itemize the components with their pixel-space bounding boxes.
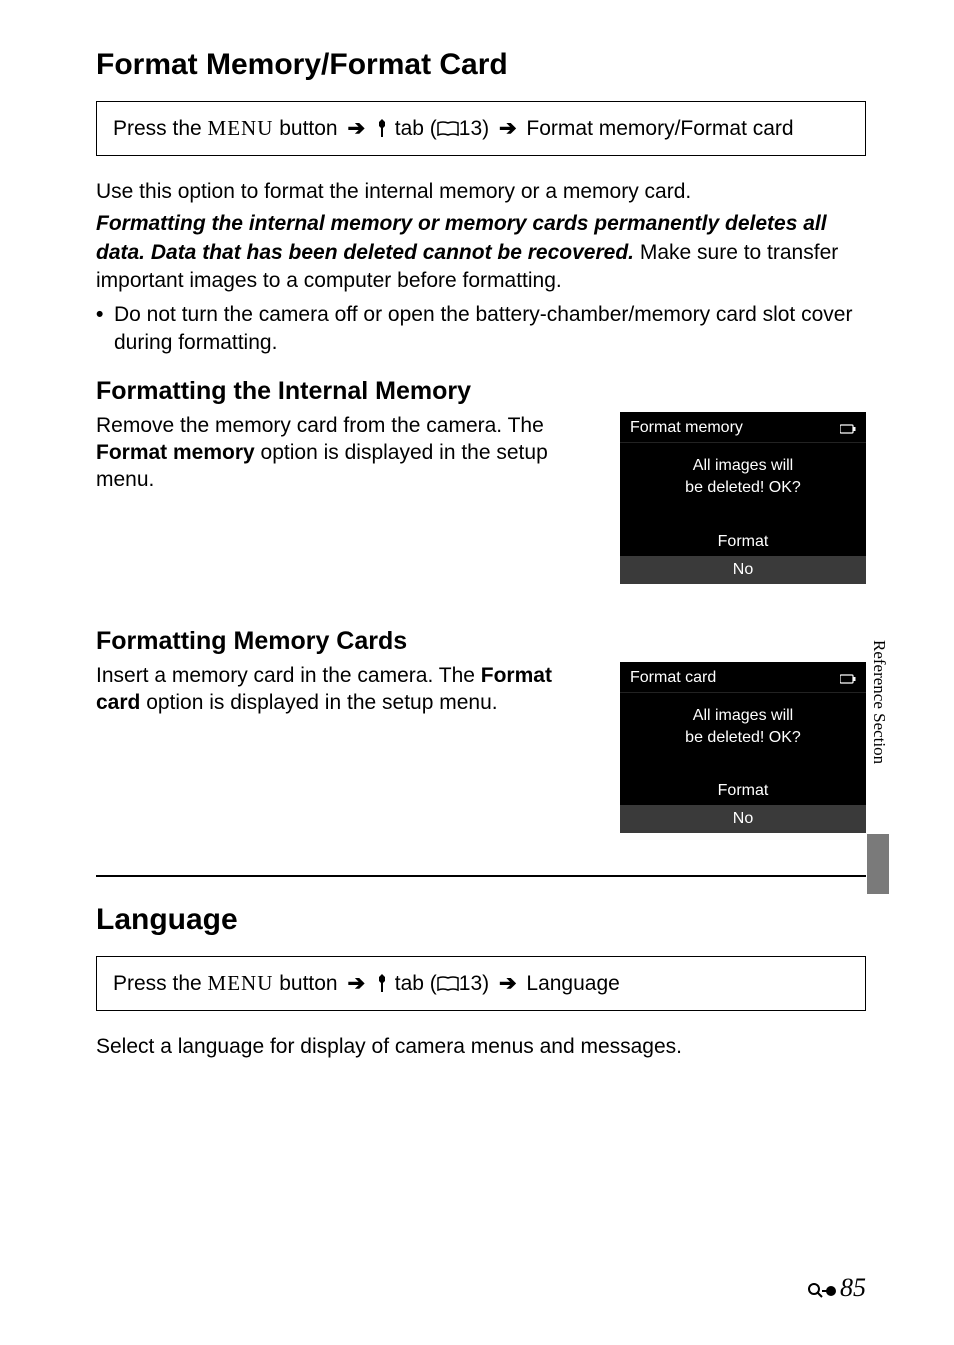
menu-glyph-text: MENU [208,971,274,995]
arrow-icon: ➔ [495,972,521,995]
nav-dest: Language [521,972,620,995]
arrow-icon: ➔ [343,972,369,995]
nav-mid: button [273,117,343,140]
nav-mid: button [273,972,343,995]
subheading-memory-cards: Formatting Memory Cards [96,626,866,656]
nav-pre: Press the [113,972,208,995]
language-description: Select a language for display of camera … [96,1033,866,1061]
book-icon [437,972,459,988]
page-section-icon [808,1279,838,1297]
row-internal-memory: Remove the memory card from the camera. … [96,412,866,584]
side-tab-label: Reference Section [871,640,888,764]
subheading-internal-memory: Formatting the Internal Memory [96,376,866,406]
lcd-option-no: No [620,556,866,584]
lcd-line: All images will [630,705,856,727]
arrow-icon: ➔ [343,117,369,140]
bullet-list: Do not turn the camera off or open the b… [96,301,866,356]
text-part: Insert a memory card in the camera. The [96,664,481,687]
lcd-line: be deleted! OK? [630,727,856,749]
lcd-line: be deleted! OK? [630,477,856,499]
arrow-icon: ➔ [495,117,521,140]
memory-cards-text: Insert a memory card in the camera. The … [96,662,596,717]
nav-tab: tab ( [389,117,437,140]
lcd-title: Format card [620,662,866,693]
nav-dest: Format memory/Format card [521,117,794,140]
bullet-item: Do not turn the camera off or open the b… [114,301,866,356]
page-number-text: 85 [840,1275,866,1301]
lcd-title-text: Format memory [630,419,743,436]
nav-ref: 13) [459,972,495,995]
lcd-line: All images will [630,455,856,477]
section-title-format: Format Memory/Format Card [96,48,866,83]
section-title-language: Language [96,903,866,938]
lcd-option-no: No [620,805,866,833]
nav-tab: tab ( [389,972,437,995]
text-part: option is displayed in the setup menu. [140,691,497,714]
nav-pre: Press the [113,117,208,140]
lcd-body: All images will be deleted! OK? [620,443,866,528]
lcd-option-format: Format [620,777,866,805]
nav-path-language: Press the MENU button ➔ tab ( 13) ➔ Langu… [96,956,866,1011]
lcd-option-format: Format [620,528,866,556]
row-memory-cards: Insert a memory card in the camera. The … [96,662,866,834]
lcd-format-card: Format card All images will be deleted! … [620,662,866,834]
page-number: 85 [808,1275,866,1301]
menu-glyph-text: MENU [208,116,274,140]
wrench-icon [375,117,389,135]
wrench-icon [375,972,389,990]
lcd-format-memory: Format memory All images will be deleted… [620,412,866,584]
text-part: Remove the memory card from the camera. … [96,414,544,437]
lcd-body: All images will be deleted! OK? [620,693,866,778]
memory-icon [840,420,856,430]
lcd-title-text: Format card [630,669,716,686]
book-icon [437,117,459,133]
bold-option-name: Format memory [96,441,255,464]
side-tab-block [867,834,889,894]
internal-memory-text: Remove the memory card from the camera. … [96,412,596,494]
memory-icon [840,670,856,680]
nav-ref: 13) [459,117,495,140]
section-divider [96,875,866,877]
intro-text: Use this option to format the internal m… [96,178,866,206]
nav-path-format: Press the MENU button ➔ tab ( 13) ➔ Forma… [96,101,866,156]
lcd-title: Format memory [620,412,866,443]
